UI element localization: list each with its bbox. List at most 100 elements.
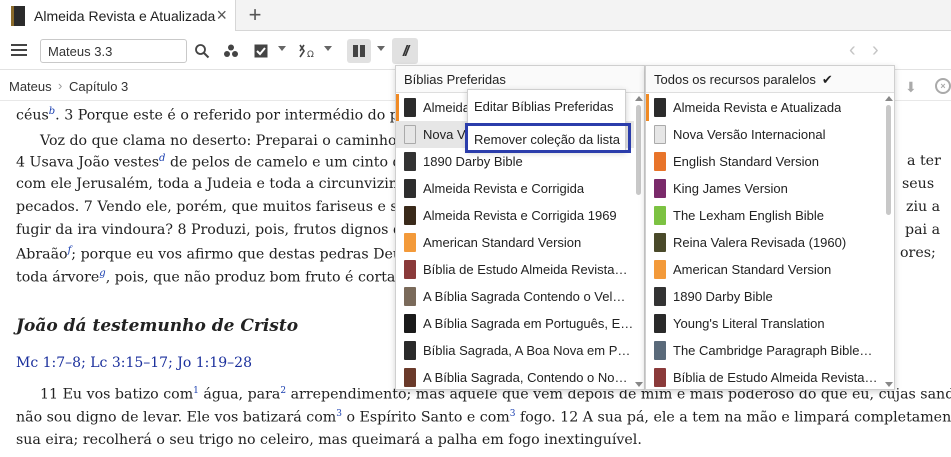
layout-icon[interactable] (347, 39, 371, 63)
list-item-label: Almeida Revista e Corrigida 1969 (423, 208, 617, 223)
book-cover-icon (654, 287, 666, 306)
text-line: Voz do que clama no deserto: Preparai o … (40, 133, 419, 149)
add-tab-button[interactable]: + (245, 3, 265, 27)
list-item[interactable]: Bíblia de Estudo Almeida Revista… (646, 364, 884, 391)
list-item-label: Reina Valera Revisada (1960) (673, 235, 847, 250)
list-item[interactable]: Almeida Revista e Corrigida (396, 175, 634, 202)
list-item[interactable]: American Standard Version (646, 256, 884, 283)
edit-preferred-menu-item[interactable]: Editar Bíblias Preferidas (474, 99, 613, 114)
list-item-label: Nova Versão Internacional (673, 127, 826, 142)
text-line: céusb. 3 Porque este é o referido por in… (16, 106, 420, 124)
reference-input[interactable] (40, 39, 187, 63)
list-item-label: Bíblia Sagrada, A Boa Nova em P… (423, 343, 631, 358)
list-item[interactable]: Reina Valera Revisada (1960) (646, 229, 884, 256)
interlinear-icon[interactable]: Ω (298, 41, 318, 61)
section-heading: João dá testemunho de Cristo (16, 316, 299, 336)
book-cover-icon (654, 98, 666, 117)
book-cover-icon (654, 206, 666, 225)
book-cover-icon (654, 260, 666, 279)
list-item[interactable]: Nova Versão Internacional (646, 121, 884, 148)
book-cover-icon (404, 98, 416, 117)
book-cover-icon (404, 152, 416, 171)
list-item[interactable]: Almeida Revista e Atualizada (646, 94, 884, 121)
list-item-label: 1890 Darby Bible (423, 154, 523, 169)
panel-header: Todos os recursos paralelos ✔ (646, 66, 894, 93)
search-icon[interactable] (194, 41, 210, 61)
book-cover-icon (404, 287, 416, 306)
active-indicator (646, 94, 649, 121)
list-item-label: American Standard Version (423, 235, 582, 250)
list-item[interactable]: A Bíblia Sagrada, Contendo o No… (396, 364, 634, 391)
list-item-label: Young's Literal Translation (673, 316, 825, 331)
list-item-label: Almeida Revista e Corrigida (423, 181, 585, 196)
book-cover-icon (404, 233, 416, 252)
active-indicator (396, 94, 399, 121)
book-cover-icon (404, 260, 416, 279)
list-item-label: A Bíblia Sagrada, Contendo o No… (423, 370, 628, 385)
list-item[interactable]: 1890 Darby Bible (646, 283, 884, 310)
list-item[interactable]: King James Version (646, 175, 884, 202)
list-item[interactable]: Bíblia Sagrada, A Boa Nova em P… (396, 337, 634, 364)
list-item[interactable]: The Lexham English Bible (646, 202, 884, 229)
list-item[interactable]: Bíblia de Estudo Almeida Revista… (396, 256, 634, 283)
text-fragment: pai a (905, 222, 941, 238)
list-item-label: The Lexham English Bible (673, 208, 825, 223)
list-item-label: A Bíblia Sagrada em Português, E… (423, 316, 634, 331)
book-cover-icon (404, 179, 416, 198)
list-item[interactable]: A Bíblia Sagrada em Português, E… (396, 310, 634, 337)
text-line: sua eira; recolherá o seu trigo no celei… (16, 432, 642, 448)
chevron-down-icon[interactable] (324, 46, 332, 51)
text-line: com ele Jerusalém, toda a Judeia e toda … (16, 176, 416, 192)
book-cover-icon (404, 341, 416, 360)
breadcrumb-chapter[interactable]: Capítulo 3 (69, 79, 128, 94)
parallel-icon[interactable]: // (392, 38, 418, 64)
close-icon[interactable]: × (216, 5, 227, 25)
list-item[interactable]: Almeida Revista e Corrigida 1969 (396, 202, 634, 229)
back-arrow-icon[interactable]: ‹ (849, 40, 856, 60)
book-cover-icon (654, 125, 666, 144)
tab-almeida[interactable]: Almeida Revista e Atualizada × (0, 0, 236, 31)
text-line: fugir da ira vindoura? 8 Produzi, pois, … (16, 222, 411, 238)
scrollbar[interactable] (884, 93, 894, 390)
text-fragment: seus (902, 176, 935, 192)
text-fragment: a ter (907, 153, 941, 169)
menu-icon[interactable] (11, 44, 27, 57)
forward-arrow-icon[interactable]: › (872, 40, 879, 60)
list-item-label: English Standard Version (673, 154, 819, 169)
breadcrumb-separator: › (58, 78, 63, 93)
text-fragment: ores; (900, 245, 936, 261)
list-item[interactable]: Young's Literal Translation (646, 310, 884, 337)
chevron-down-icon[interactable] (377, 46, 385, 51)
book-cover-icon (404, 368, 416, 387)
book-cover-icon (654, 314, 666, 333)
chevron-down-icon[interactable] (278, 46, 286, 51)
scrollbar[interactable] (634, 93, 644, 390)
checkbox-icon[interactable] (253, 41, 269, 61)
list-item-label: King James Version (673, 181, 788, 196)
visual-filter-icon[interactable] (223, 41, 239, 61)
tab-title: Almeida Revista e Atualizada (34, 7, 216, 24)
parallel-resources-panel: Todos os recursos paralelos ✔ Almeida Rev… (645, 65, 895, 390)
book-cover-icon (11, 5, 25, 26)
book-cover-icon (654, 179, 666, 198)
text-fragment: ziu a (906, 199, 941, 215)
text-line: pecados. 7 Vendo ele, porém, que muitos … (16, 199, 407, 215)
arrow-down-icon[interactable]: ⬇ (905, 79, 917, 96)
list-item-label: 1890 Darby Bible (673, 289, 773, 304)
list-item-label: The Cambridge Paragraph Bible… (673, 343, 873, 358)
list-item[interactable]: The Cambridge Paragraph Bible… (646, 337, 884, 364)
text-line: Abraãof; porque eu vos afirmo que destas… (16, 245, 410, 263)
book-cover-icon (404, 125, 416, 144)
close-circle-icon[interactable]: × (935, 78, 951, 94)
book-cover-icon (654, 152, 666, 171)
breadcrumb-book[interactable]: Mateus (9, 79, 52, 94)
list-item-label: A Bíblia Sagrada Contendo o Vel… (423, 289, 626, 304)
cross-references[interactable]: Mc 1:7–8; Lc 3:15–17; Jo 1:19–28 (16, 355, 252, 371)
text-line: não sou digno de levar. Ele vos batizará… (16, 409, 951, 426)
list-item[interactable]: A Bíblia Sagrada Contendo o Vel… (396, 283, 634, 310)
list-item[interactable]: English Standard Version (646, 148, 884, 175)
text-line: toda árvoreg, pois, que não produz bom f… (16, 268, 413, 286)
list-item[interactable]: American Standard Version (396, 229, 634, 256)
list-item-label: Bíblia de Estudo Almeida Revista… (673, 370, 878, 385)
book-cover-icon (654, 368, 666, 387)
